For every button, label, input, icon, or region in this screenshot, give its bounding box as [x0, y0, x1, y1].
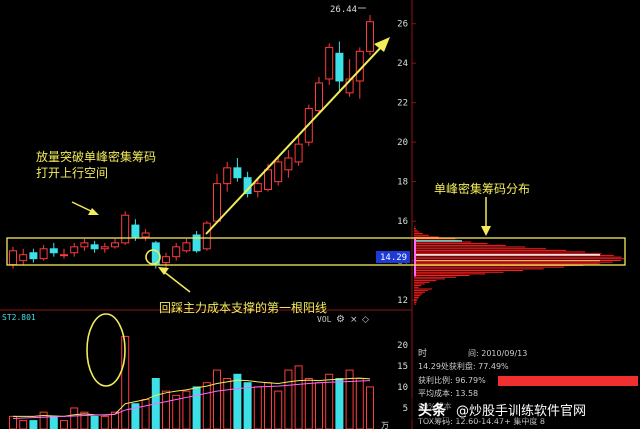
candle [100, 246, 109, 250]
candle [325, 46, 334, 80]
volume-bar [141, 399, 150, 429]
volume-bar [192, 386, 201, 429]
volume-tick-label: 10 [397, 383, 408, 393]
volume-bar [70, 407, 79, 429]
candle [294, 143, 303, 163]
breakout-arrow-head [88, 208, 99, 215]
candle [131, 224, 140, 238]
date-label: 时 [418, 347, 427, 359]
candle [253, 183, 262, 193]
profit-text: 14.29处获利盘: 77.49% [418, 361, 509, 371]
price-tick-label: 16 [397, 217, 408, 227]
current-price-value: 14.29 [380, 253, 407, 263]
chip-arrow-head [481, 226, 491, 236]
volume-bar [162, 390, 170, 429]
candle [111, 242, 119, 248]
volume-bar [90, 415, 99, 429]
volume-subchart: 20 15 10 5 万 [9, 335, 408, 429]
volume-bar [60, 420, 68, 429]
candle [121, 214, 130, 244]
breakout-text-line2: 打开上行空间 [36, 166, 108, 180]
candle [335, 52, 344, 82]
watermark-account: @炒股手训练软件官网 [456, 403, 586, 419]
volume-tick-label: 20 [397, 341, 408, 351]
volume-tick-label: 5 [403, 404, 408, 414]
volume-label: VOL [317, 315, 332, 324]
volume-bar [355, 378, 364, 429]
candle [366, 21, 374, 52]
close-icon[interactable]: × [350, 315, 358, 325]
profit-ratio: 获利比例: 96.79% [418, 375, 486, 385]
candle [264, 169, 272, 191]
candle [192, 234, 201, 252]
date-value: 间: 2010/09/13 [468, 349, 527, 358]
candle [80, 242, 89, 248]
volume-bar [49, 415, 58, 429]
chip-title-text: 单峰密集筹码分布 [434, 181, 530, 196]
volume-ma-label: ST2.801 [2, 313, 36, 322]
price-tick-label: 12 [397, 296, 408, 306]
volume-spike-circle [86, 313, 126, 387]
volume-bar [80, 411, 89, 429]
gear-icon[interactable]: ⚙ [336, 314, 345, 325]
volume-bar [223, 378, 232, 429]
candle [284, 157, 293, 171]
candle [162, 256, 170, 264]
volume-bar [100, 415, 109, 429]
volume-bar [243, 382, 252, 429]
volume-bar [39, 411, 48, 429]
volume-bar [202, 382, 211, 429]
candle [315, 82, 323, 112]
candle [29, 252, 38, 260]
candle [9, 250, 17, 266]
candle [141, 232, 150, 238]
volume-bar [213, 369, 221, 429]
candle [213, 183, 221, 222]
price-tick-label: 20 [397, 138, 408, 148]
candle [90, 244, 99, 250]
volume-bar [366, 386, 374, 429]
volume-bar [19, 420, 28, 429]
watermark-brand: 头条 [418, 402, 447, 419]
volume-tick-label: 15 [397, 362, 408, 372]
candle [233, 167, 242, 179]
candle [19, 254, 28, 262]
trend-arrow [205, 43, 385, 235]
volume-bar [284, 369, 293, 429]
volume-bar [233, 373, 242, 429]
candle [172, 246, 181, 258]
volume-bar [304, 378, 313, 429]
volume-unit: 万 [381, 421, 389, 429]
price-axis: 2624222018161412 [397, 20, 416, 306]
candle [60, 254, 68, 257]
candle [202, 222, 211, 250]
volume-bar [335, 378, 344, 429]
candle [70, 246, 79, 254]
candle [39, 248, 48, 260]
stock-chart: 2624222018161412 2015105万 放量突破单峰密集筹码 打开上… [0, 0, 640, 429]
breakout-text-line1: 放量突破单峰密集筹码 [36, 149, 156, 164]
peak-price-label: 26.44 [330, 5, 357, 15]
average-cost: 平均成本: 13.58 [418, 388, 478, 398]
volume-bar [315, 382, 323, 429]
volume-bar [264, 382, 272, 429]
support-text: 回踩主力成本支撑的第一根阳线 [159, 300, 327, 315]
candle [274, 161, 283, 183]
candle [182, 242, 191, 252]
volume-bar [274, 390, 283, 429]
support-arrow [162, 270, 191, 293]
volume-bar [294, 365, 303, 429]
candlestick-series [9, 15, 374, 269]
expand-icon[interactable]: ◇ [362, 315, 369, 325]
volume-bar [253, 386, 262, 429]
price-tick-label: 24 [397, 59, 408, 69]
candle [49, 248, 58, 254]
candle [223, 167, 232, 185]
profit-ratio-bar [498, 376, 638, 386]
volume-bar [29, 420, 38, 429]
price-tick-label: 22 [397, 99, 408, 109]
price-tick-label: 26 [397, 20, 408, 30]
price-tick-label: 18 [397, 178, 408, 188]
trend-arrow-head [374, 37, 390, 52]
